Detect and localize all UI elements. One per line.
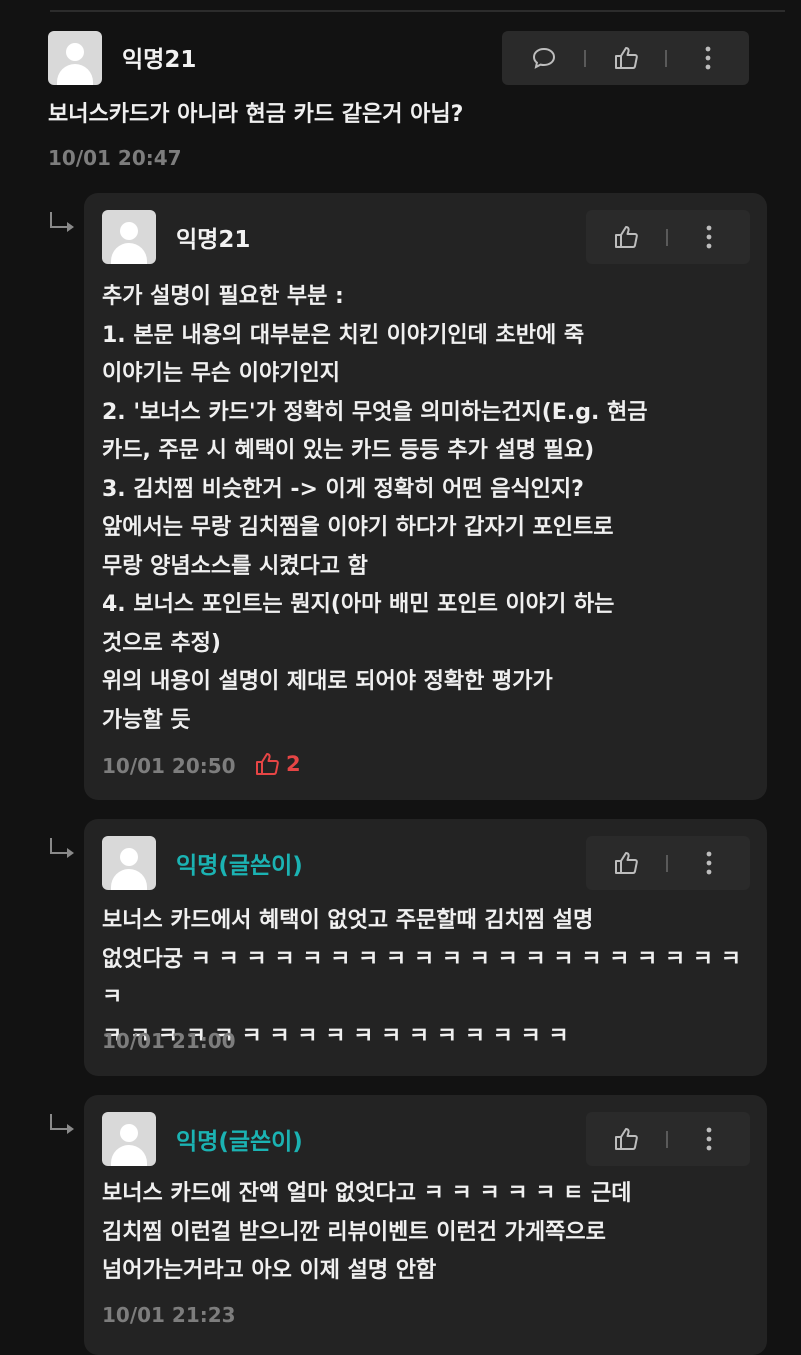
thumbs-up-icon [256,753,279,775]
like-button[interactable] [606,31,646,85]
comment-nickname: 익명(글쓴이) [176,1129,303,1155]
like-button[interactable] [606,1112,646,1166]
more-vertical-icon [706,851,712,875]
reply-arrow-icon [50,1114,74,1134]
avatar [102,836,156,890]
separator [666,1131,668,1148]
comment-date: 10/01 21:23 [102,1303,236,1327]
comment-date: 10/01 20:47 [48,146,182,170]
avatar [102,1112,156,1166]
more-button[interactable] [688,31,728,85]
more-vertical-icon [705,46,711,70]
comment-actions [586,1112,750,1166]
separator [665,50,667,67]
comment-date: 10/01 20:50 [102,754,236,778]
comment-nickname: 익명(글쓴이) [176,853,303,879]
comment-text: 보너스카드가 아니라 현금 카드 같은거 아님? [48,102,464,127]
comment-actions [586,210,750,264]
comment-actions [586,836,750,890]
more-button[interactable] [689,836,729,890]
reply-card-2: 익명(글쓴이) 보너스 카드에서 혜택이 없엇고 주문할때 김치찜 설명 없엇다… [84,819,767,1076]
reply-card-3: 익명(글쓴이) 보너스 카드에 잔액 얼마 없엇다고 ㅋ ㅋ ㅋ ㅋ ㅋ ㅌ 근… [84,1095,767,1355]
reply-button[interactable] [524,31,564,85]
more-button[interactable] [689,1112,729,1166]
thumbs-up-icon [615,47,638,69]
reply-arrow-icon [50,838,74,858]
separator [666,855,668,872]
separator [666,229,668,246]
thumbs-up-icon [615,226,638,248]
comment-text: 추가 설명이 필요한 부분 : 1. 본문 내용의 대부분은 치킨 이야기인데 … [102,284,648,733]
more-vertical-icon [706,225,712,249]
comment-nickname: 익명21 [122,47,197,73]
more-vertical-icon [706,1127,712,1151]
comment-nickname: 익명21 [176,227,251,253]
thumbs-up-icon [615,1128,638,1150]
like-button[interactable] [606,210,646,264]
thumbs-up-icon [615,852,638,874]
top-divider [50,10,785,12]
comment-actions [502,31,749,85]
reply-arrow-icon [50,212,74,232]
like-button[interactable] [606,836,646,890]
comment-date: 10/01 21:00 [102,1029,236,1053]
avatar [102,210,156,264]
comment-text: 보너스 카드에 잔액 얼마 없엇다고 ㅋ ㅋ ㅋ ㅋ ㅋ ㅌ 근데 김치찜 이런… [102,1181,632,1283]
more-button[interactable] [689,210,729,264]
separator [584,50,586,67]
like-count[interactable]: 2 [254,751,301,777]
reply-card-1: 익명21 추가 설명이 필요한 부분 : 1. 본문 내용의 대부분은 치킨 이… [84,193,767,800]
like-count-value: 2 [286,752,301,776]
avatar [48,31,102,85]
comment-icon [532,47,556,69]
